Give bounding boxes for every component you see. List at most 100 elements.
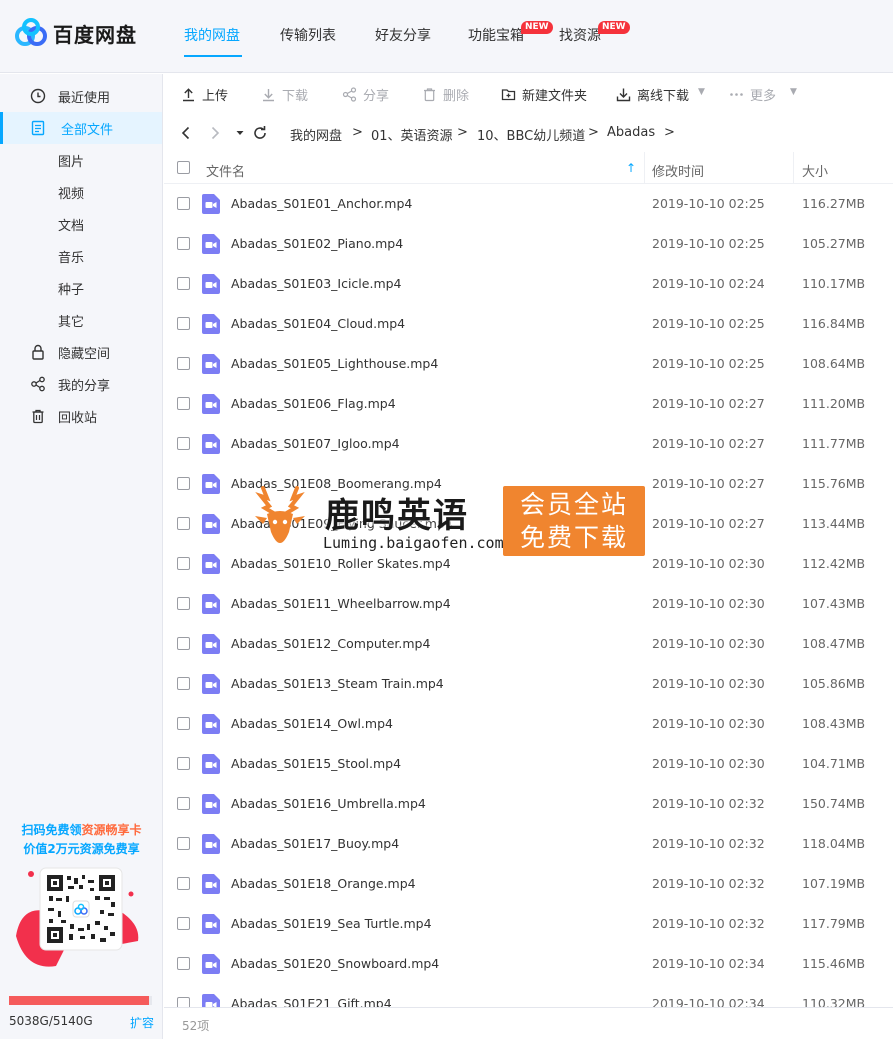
- sidebar-item-images[interactable]: 图片: [0, 144, 162, 176]
- delete-button[interactable]: 删除: [422, 85, 469, 104]
- table-row[interactable]: Abadas_S01E05_Lighthouse.mp4 2019-10-10 0…: [164, 344, 893, 384]
- table-row[interactable]: Abadas_S01E16_Umbrella.mp4 2019-10-10 02:…: [164, 784, 893, 824]
- tab-friend-share[interactable]: 好友分享: [375, 25, 431, 45]
- file-name[interactable]: Abadas_S01E11_Wheelbarrow.mp4: [231, 596, 451, 611]
- table-row[interactable]: Abadas_S01E04_Cloud.mp4 2019-10-10 02:25 1…: [164, 304, 893, 344]
- promo-text[interactable]: 扫码免费领资源畅享卡 价值2万元资源免费享: [0, 821, 163, 859]
- select-all-checkbox[interactable]: [177, 161, 190, 174]
- row-checkbox[interactable]: [177, 357, 190, 370]
- table-row[interactable]: Abadas_S01E12_Computer.mp4 2019-10-10 02:…: [164, 624, 893, 664]
- history-dropdown-icon[interactable]: [232, 125, 248, 141]
- sidebar-item-other[interactable]: 其它: [0, 304, 162, 336]
- file-name[interactable]: Abadas_S01E14_Owl.mp4: [231, 716, 393, 731]
- tab-my-netdisk[interactable]: 我的网盘: [184, 25, 240, 45]
- tab-toolbox[interactable]: 功能宝箱: [468, 25, 524, 45]
- sidebar-item-hidden-space[interactable]: 隐藏空间: [0, 336, 162, 368]
- file-name[interactable]: Abadas_S01E12_Computer.mp4: [231, 636, 430, 651]
- table-row[interactable]: Abadas_S01E18_Orange.mp4 2019-10-10 02:32…: [164, 864, 893, 904]
- offline-download-button[interactable]: 离线下载: [616, 85, 689, 104]
- download-button[interactable]: 下载: [261, 85, 308, 104]
- table-row[interactable]: Abadas_S01E06_Flag.mp4 2019-10-10 02:27 11…: [164, 384, 893, 424]
- chevron-down-icon[interactable]: ▼: [790, 87, 797, 97]
- table-row[interactable]: Abadas_S01E21_Gift.mp4 2019-10-10 02:34 11…: [164, 984, 893, 1008]
- forward-arrow-icon[interactable]: [207, 125, 223, 141]
- sort-ascending-icon[interactable]: ↑: [626, 161, 636, 175]
- row-checkbox[interactable]: [177, 837, 190, 850]
- row-checkbox[interactable]: [177, 757, 190, 770]
- table-row[interactable]: Abadas_S01E17_Buoy.mp4 2019-10-10 02:32 11…: [164, 824, 893, 864]
- tab-find-resources[interactable]: 找资源: [559, 25, 601, 45]
- table-row[interactable]: Abadas_S01E19_Sea Turtle.mp4 2019-10-10 0…: [164, 904, 893, 944]
- file-name[interactable]: Abadas_S01E20_Snowboard.mp4: [231, 956, 439, 971]
- sidebar-item-recent[interactable]: 最近使用: [0, 80, 162, 112]
- breadcrumb-item[interactable]: 10、BBC幼儿频道: [477, 125, 585, 144]
- back-arrow-icon[interactable]: [178, 125, 194, 141]
- table-row[interactable]: Abadas_S01E07_Igloo.mp4 2019-10-10 02:27 1…: [164, 424, 893, 464]
- file-name[interactable]: Abadas_S01E03_Icicle.mp4: [231, 276, 402, 291]
- share-button[interactable]: 分享: [342, 85, 389, 104]
- table-row[interactable]: Abadas_S01E01_Anchor.mp4 2019-10-10 02:25…: [164, 184, 893, 224]
- row-checkbox[interactable]: [177, 437, 190, 450]
- upload-button[interactable]: 上传: [181, 85, 228, 104]
- sidebar-item-recycle-bin[interactable]: 回收站: [0, 400, 162, 432]
- file-name[interactable]: Abadas_S01E17_Buoy.mp4: [231, 836, 399, 851]
- row-checkbox[interactable]: [177, 197, 190, 210]
- file-name[interactable]: Abadas_S01E13_Steam Train.mp4: [231, 676, 444, 691]
- file-name[interactable]: Abadas_S01E06_Flag.mp4: [231, 396, 396, 411]
- row-checkbox[interactable]: [177, 637, 190, 650]
- table-row[interactable]: Abadas_S01E15_Stool.mp4 2019-10-10 02:30 1…: [164, 744, 893, 784]
- tab-transfer-list[interactable]: 传输列表: [280, 25, 336, 45]
- column-divider[interactable]: [793, 152, 794, 183]
- sidebar-item-torrents[interactable]: 种子: [0, 272, 162, 304]
- sidebar-item-my-shares[interactable]: 我的分享: [0, 368, 162, 400]
- file-name[interactable]: Abadas_S01E07_Igloo.mp4: [231, 436, 400, 451]
- expand-storage-link[interactable]: 扩容: [130, 1014, 154, 1031]
- row-checkbox[interactable]: [177, 677, 190, 690]
- sidebar-item-videos[interactable]: 视频: [0, 176, 162, 208]
- row-checkbox[interactable]: [177, 557, 190, 570]
- file-name[interactable]: Abadas_S01E16_Umbrella.mp4: [231, 796, 426, 811]
- table-row[interactable]: Abadas_S01E20_Snowboard.mp4 2019-10-10 02…: [164, 944, 893, 984]
- file-name[interactable]: Abadas_S01E04_Cloud.mp4: [231, 316, 405, 331]
- chevron-down-icon[interactable]: ▼: [698, 87, 705, 97]
- file-name[interactable]: Abadas_S01E01_Anchor.mp4: [231, 196, 412, 211]
- breadcrumb-item[interactable]: 我的网盘: [290, 125, 342, 144]
- column-header-size[interactable]: 大小: [802, 161, 828, 180]
- column-divider[interactable]: [644, 152, 645, 183]
- file-name[interactable]: Abadas_S01E19_Sea Turtle.mp4: [231, 916, 432, 931]
- more-button[interactable]: 更多: [729, 85, 776, 104]
- table-row[interactable]: Abadas_S01E13_Steam Train.mp4 2019-10-10 …: [164, 664, 893, 704]
- row-checkbox[interactable]: [177, 317, 190, 330]
- table-row[interactable]: Abadas_S01E11_Wheelbarrow.mp4 2019-10-10 …: [164, 584, 893, 624]
- file-name[interactable]: Abadas_S01E05_Lighthouse.mp4: [231, 356, 438, 371]
- file-name[interactable]: Abadas_S01E18_Orange.mp4: [231, 876, 416, 891]
- row-checkbox[interactable]: [177, 877, 190, 890]
- row-checkbox[interactable]: [177, 797, 190, 810]
- file-name[interactable]: Abadas_S01E02_Piano.mp4: [231, 236, 403, 251]
- row-checkbox[interactable]: [177, 477, 190, 490]
- column-header-modified[interactable]: 修改时间: [652, 161, 704, 180]
- sidebar-item-all-files[interactable]: 全部文件: [0, 112, 162, 144]
- column-header-name[interactable]: 文件名: [206, 161, 245, 180]
- new-folder-button[interactable]: 新建文件夹: [501, 85, 587, 104]
- row-checkbox[interactable]: [177, 277, 190, 290]
- table-row[interactable]: Abadas_S01E03_Icicle.mp4 2019-10-10 02:24…: [164, 264, 893, 304]
- row-checkbox[interactable]: [177, 597, 190, 610]
- file-name[interactable]: Abadas_S01E10_Roller Skates.mp4: [231, 556, 451, 571]
- row-checkbox[interactable]: [177, 957, 190, 970]
- app-logo[interactable]: 百度网盘: [14, 18, 137, 48]
- sidebar-item-documents[interactable]: 文档: [0, 208, 162, 240]
- table-row[interactable]: Abadas_S01E14_Owl.mp4 2019-10-10 02:30 108…: [164, 704, 893, 744]
- table-row[interactable]: Abadas_S01E02_Piano.mp4 2019-10-10 02:25 1…: [164, 224, 893, 264]
- row-checkbox[interactable]: [177, 237, 190, 250]
- file-name[interactable]: Abadas_S01E15_Stool.mp4: [231, 756, 401, 771]
- row-checkbox[interactable]: [177, 917, 190, 930]
- row-checkbox[interactable]: [177, 717, 190, 730]
- row-checkbox[interactable]: [177, 397, 190, 410]
- qr-code-promo-image[interactable]: [16, 866, 146, 976]
- breadcrumb-item[interactable]: Abadas: [607, 125, 655, 140]
- refresh-icon[interactable]: [252, 125, 268, 141]
- row-checkbox[interactable]: [177, 517, 190, 530]
- sidebar-item-music[interactable]: 音乐: [0, 240, 162, 272]
- breadcrumb-item[interactable]: 01、英语资源: [371, 125, 453, 144]
